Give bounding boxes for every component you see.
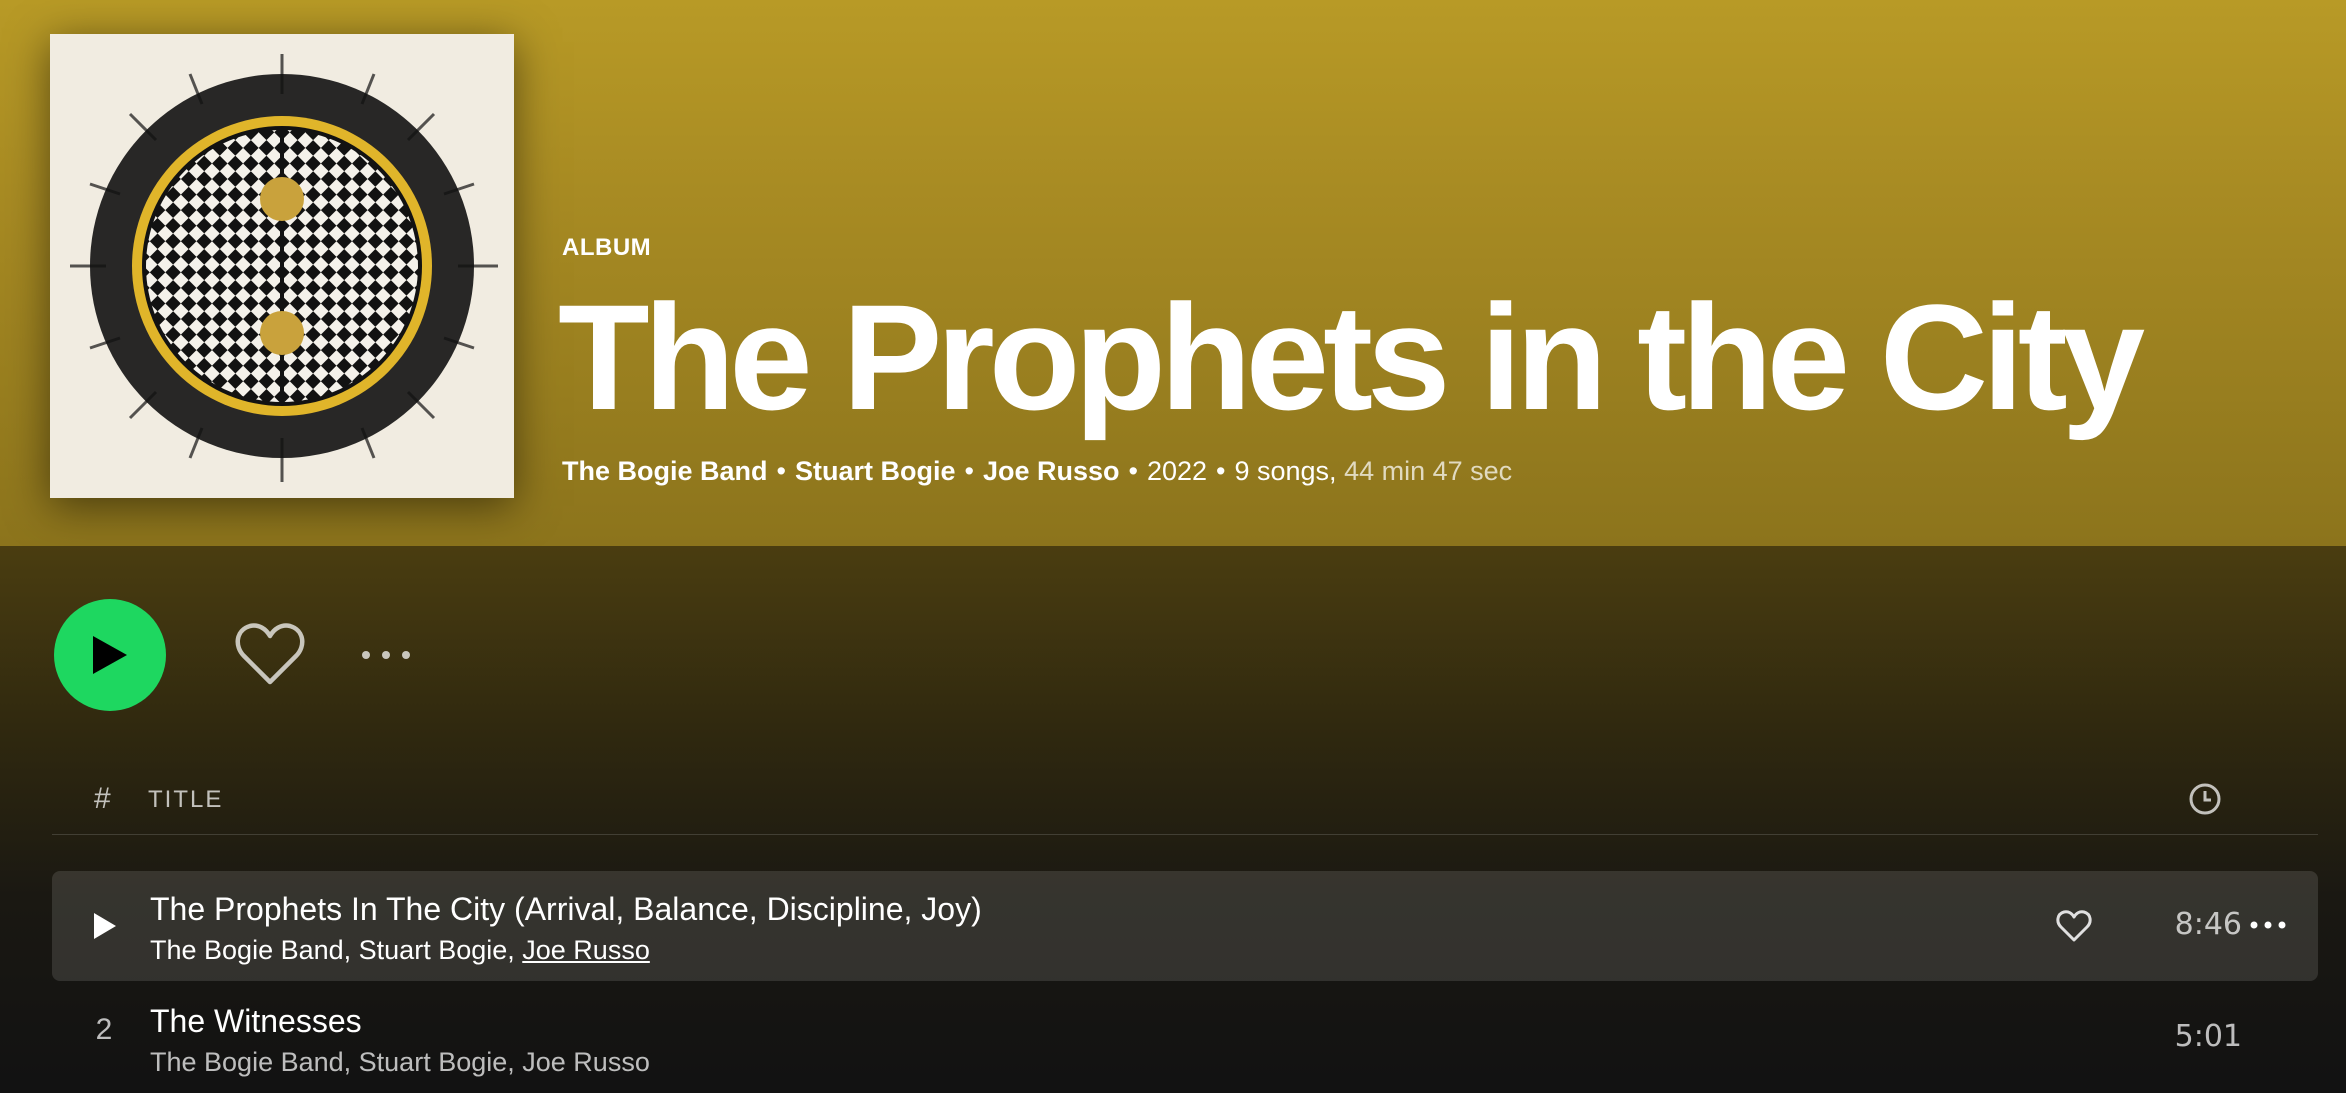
- clock-icon: [2189, 783, 2221, 815]
- meta-separator: •: [1216, 456, 1226, 486]
- meta-separator: •: [776, 456, 786, 486]
- more-icon[interactable]: [2246, 913, 2290, 937]
- artist-link[interactable]: The Bogie Band: [150, 935, 344, 965]
- artist-link-stuart-bogie[interactable]: Stuart Bogie: [795, 456, 956, 486]
- more-options-button[interactable]: [356, 640, 416, 670]
- album-meta: The Bogie Band • Stuart Bogie • Joe Russo • 20…: [562, 456, 1512, 487]
- artist-link[interactable]: Joe Russo: [522, 935, 650, 965]
- column-title: TITLE: [148, 786, 224, 813]
- track-number: 2: [95, 1013, 113, 1046]
- play-icon[interactable]: [92, 911, 118, 941]
- artist-link-joe-russo[interactable]: Joe Russo: [983, 456, 1120, 486]
- artist-link[interactable]: The Bogie Band: [150, 1047, 344, 1077]
- album-type-label: ALBUM: [562, 234, 652, 261]
- play-button[interactable]: [54, 599, 166, 711]
- track-row[interactable]: 2 The Witnesses The Bogie Band, Stuart B…: [52, 983, 2318, 1093]
- album-song-count: 9 songs,: [1234, 456, 1337, 486]
- artist-link[interactable]: Stuart Bogie: [359, 935, 508, 965]
- play-icon: [93, 636, 127, 674]
- album-cover[interactable]: [50, 34, 514, 498]
- artist-link-the-bogie-band[interactable]: The Bogie Band: [562, 456, 768, 486]
- album-cover-art: [50, 34, 514, 498]
- track-title[interactable]: The Witnesses: [150, 1003, 362, 1040]
- track-row[interactable]: The Prophets In The City (Arrival, Balan…: [52, 871, 2318, 981]
- heart-icon[interactable]: [2056, 909, 2092, 943]
- album-header: ALBUM The Prophets in the City The Bogie…: [0, 0, 2346, 546]
- track-title[interactable]: The Prophets In The City (Arrival, Balan…: [150, 891, 982, 928]
- album-title: The Prophets in the City: [558, 273, 2145, 441]
- meta-separator: •: [964, 456, 974, 486]
- track-artists: The Bogie Band, Stuart Bogie, Joe Russo: [150, 935, 650, 965]
- album-duration: 44 min 47 sec: [1344, 456, 1513, 486]
- more-icon: [362, 651, 410, 659]
- track-list-header: # TITLE: [52, 776, 2318, 835]
- meta-separator: •: [1128, 456, 1138, 486]
- column-number: #: [94, 782, 111, 815]
- track-duration: 5:01: [2174, 1019, 2242, 1054]
- track-artists: The Bogie Band, Stuart Bogie, Joe Russo: [150, 1047, 650, 1077]
- artist-link[interactable]: Stuart Bogie: [359, 1047, 508, 1077]
- artist-link[interactable]: Joe Russo: [522, 1047, 650, 1077]
- like-button[interactable]: [234, 620, 306, 688]
- album-year: 2022: [1146, 456, 1208, 486]
- heart-icon: [235, 623, 305, 685]
- track-duration: 8:46: [2174, 907, 2242, 942]
